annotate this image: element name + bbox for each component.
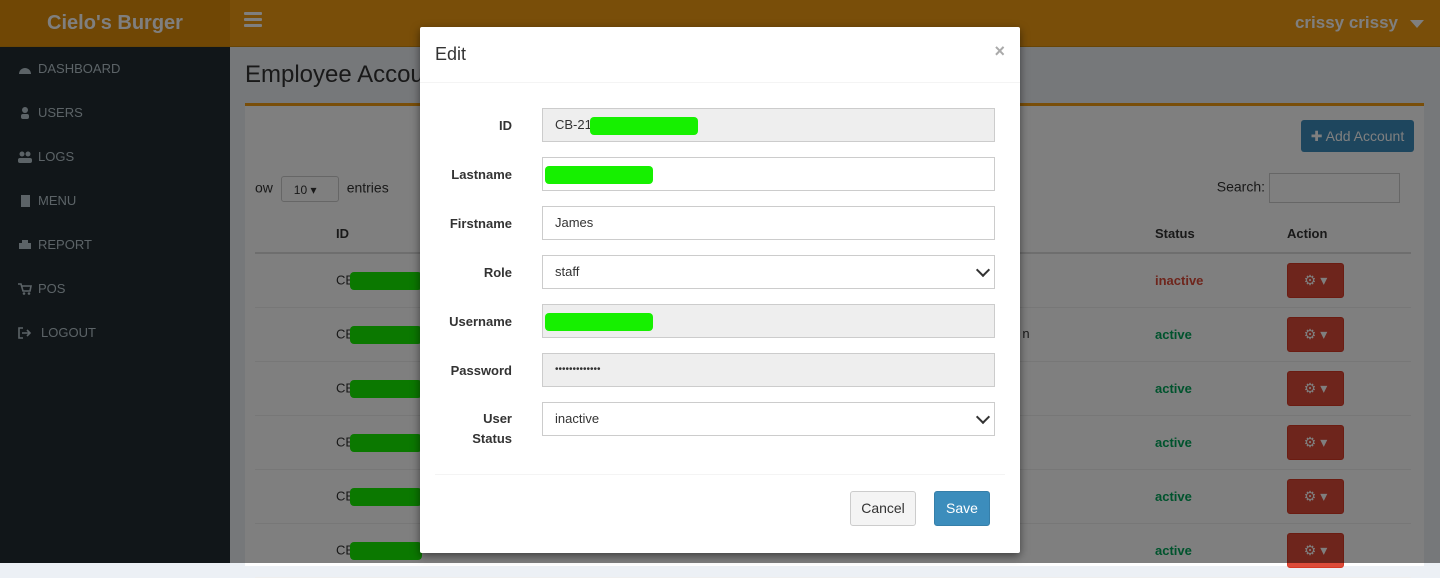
- save-button[interactable]: Save: [934, 491, 990, 526]
- user-status-label-line2: Status: [472, 431, 512, 446]
- user-status-row: User Status inactive: [420, 402, 1020, 446]
- user-status-label-line1: User: [483, 411, 512, 426]
- redaction-mark: [545, 312, 653, 331]
- lastname-field[interactable]: [542, 157, 995, 191]
- user-status-select[interactable]: inactive: [542, 402, 995, 436]
- username-row: Username: [420, 304, 1020, 338]
- redaction-mark: [589, 116, 698, 135]
- id-row: ID CB-21: [420, 108, 1020, 142]
- firstname-field[interactable]: James: [542, 206, 995, 240]
- modal-header: Edit ×: [420, 27, 1020, 83]
- id-field: CB-21: [542, 108, 995, 142]
- role-value: staff: [555, 264, 580, 279]
- password-row: Password •••••••••••••: [420, 353, 1020, 387]
- user-status-label: User Status: [435, 409, 512, 449]
- role-label: Role: [483, 265, 512, 280]
- cancel-button[interactable]: Cancel: [850, 491, 916, 526]
- username-field: [542, 304, 995, 338]
- close-icon[interactable]: ×: [994, 41, 1005, 62]
- role-select[interactable]: staff: [542, 255, 995, 289]
- firstname-label: Firstname: [449, 216, 512, 231]
- chevron-down-icon: [975, 262, 991, 278]
- modal-footer: Cancel Save: [435, 474, 1005, 554]
- firstname-row: Firstname James: [420, 206, 1020, 240]
- lastname-label: Lastname: [451, 167, 512, 182]
- lastname-row: Lastname: [420, 157, 1020, 191]
- user-status-value: inactive: [555, 411, 600, 426]
- id-value: CB-21: [555, 117, 592, 132]
- password-field: •••••••••••••: [542, 353, 995, 387]
- redaction-mark: [545, 165, 653, 184]
- username-label: Username: [449, 314, 512, 329]
- chevron-down-icon: [975, 409, 991, 425]
- role-row: Role staff: [420, 255, 1020, 289]
- id-label: ID: [499, 118, 512, 133]
- modal-title: Edit: [435, 44, 467, 64]
- edit-modal: Edit × ID CB-21 Lastname Firstname James…: [420, 27, 1020, 553]
- password-label: Password: [450, 363, 512, 378]
